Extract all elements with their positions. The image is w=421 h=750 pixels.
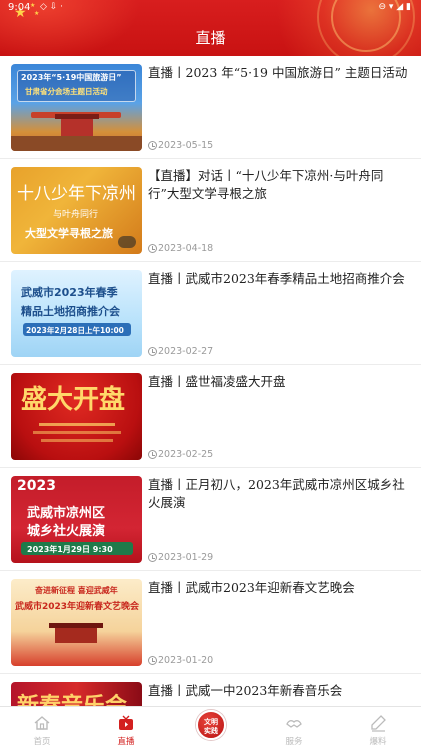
badge-text: 实践 (204, 727, 218, 735)
thumbnail-ground (11, 136, 142, 151)
thumbnail-text: 武威市2023年春季 (21, 286, 118, 299)
list-item[interactable]: 盛大开盘 直播丨盛世福凌盛大开盘 2023-02-25 (0, 365, 421, 468)
thumbnail-text: 大型文学寻根之旅 (25, 227, 113, 240)
item-title[interactable]: 直播丨正月初八，2023年武威市凉州区城乡社火展演 (148, 476, 410, 512)
tab-home[interactable]: 首页 (0, 707, 84, 750)
thumbnail-decoration (41, 439, 113, 442)
service-icon (286, 720, 302, 728)
item-thumbnail[interactable]: 新春音乐会 (11, 682, 142, 706)
civilization-badge-icon[interactable]: 文明 实践 (196, 710, 226, 740)
thumbnail-text: 精品土地招商推介会 (21, 305, 120, 318)
play-badge-icon (118, 236, 136, 248)
status-notification-icons: ◇ ⇩ · (40, 2, 64, 12)
clock-icon (148, 347, 157, 356)
city-gate-shape (61, 118, 93, 136)
item-date: 2023-04-18 (148, 243, 213, 254)
flag-star-icon: ★ (30, 2, 36, 9)
item-title[interactable]: 直播丨盛世福凌盛大开盘 (148, 373, 410, 391)
thumbnail-text: 与叶舟同行 (53, 210, 99, 220)
clock-icon (148, 141, 157, 150)
tab-label: 首页 (33, 737, 51, 747)
thumbnail-decoration (33, 431, 121, 434)
badge-text: 文明 (204, 718, 218, 726)
tab-label: 直播 (117, 737, 135, 747)
list-item[interactable]: 奋进新征程 喜迎武威年 武威市2023年迎新春文艺晚会 直播丨武威市2023年迎… (0, 571, 421, 674)
list-item[interactable]: 2023年“5·19中国旅游日” 甘肃省分会场主题日活动 直播丨2023 年“5… (0, 56, 421, 159)
city-gate-roof (55, 114, 99, 119)
date-text: 2023-05-15 (158, 140, 214, 151)
thumbnail-text: 奋进新征程 喜迎武威年 (35, 586, 118, 595)
list-item[interactable]: 2023 武威市凉州区 城乡社火展演 2023年1月29日 9:30 直播丨正月… (0, 468, 421, 571)
thumbnail-text: 武威市2023年迎新春文艺晚会 (15, 602, 140, 612)
status-system-icons: ⊖ ▾ ◢ ▮ (378, 2, 411, 12)
item-title[interactable]: 【直播】对话丨“十八少年下凉州·与叶舟同行”大型文学寻根之旅 (148, 167, 410, 203)
item-date: 2023-02-27 (148, 346, 213, 357)
date-text: 2023-01-20 (158, 655, 214, 666)
item-title[interactable]: 直播丨武威一中2023年新春音乐会 (148, 682, 410, 700)
flag-star-icon: ★ (34, 10, 40, 17)
list-item[interactable]: 武威市2023年春季 精品土地招商推介会 2023年2月28日上午10:00 直… (0, 262, 421, 365)
clock-icon (148, 450, 157, 459)
thumbnail-text: 甘肃省分会场主题日活动 (25, 87, 108, 96)
thumbnail-text: 2023年2月28日上午10:00 (26, 326, 124, 335)
date-text: 2023-04-18 (158, 243, 214, 254)
thumbnail-text: 武威市凉州区 (27, 506, 106, 521)
item-title[interactable]: 直播丨2023 年“5·19 中国旅游日” 主题日活动 (148, 64, 410, 82)
date-text: 2023-02-25 (158, 449, 214, 460)
thumbnail-text: 新春音乐会 (17, 693, 128, 706)
report-pen-icon (371, 715, 386, 732)
app-header: ★ ★ ★ 9:04 ◇ ⇩ · ⊖ ▾ ◢ ▮ 直播 (0, 0, 421, 56)
clock-icon (148, 244, 157, 253)
tab-report[interactable]: 爆料 (336, 707, 420, 750)
item-date: 2023-01-29 (148, 552, 213, 563)
page-title: 直播 (195, 29, 226, 47)
thumbnail-text: 2023年“5·19中国旅游日” (21, 73, 122, 82)
thumbnail-text: 2023 (17, 478, 56, 494)
clock-icon (148, 656, 157, 665)
thumbnail-text: 十八少年下凉州 (17, 184, 136, 204)
item-date: 2023-01-20 (148, 655, 213, 666)
thumbnail-decoration (39, 423, 115, 426)
pavilion-shape (55, 627, 97, 643)
item-date: 2023-05-15 (148, 140, 213, 151)
item-date: 2023-02-25 (148, 449, 213, 460)
thumbnail-text: 盛大开盘 (21, 385, 126, 415)
item-thumbnail[interactable]: 奋进新征程 喜迎武威年 武威市2023年迎新春文艺晚会 (11, 579, 142, 666)
item-thumbnail[interactable]: 2023 武威市凉州区 城乡社火展演 2023年1月29日 9:30 (11, 476, 142, 563)
item-thumbnail[interactable]: 盛大开盘 (11, 373, 142, 460)
item-title[interactable]: 直播丨武威市2023年迎新春文艺晚会 (148, 579, 410, 597)
clock-icon (148, 553, 157, 562)
thumbnail-text: 城乡社火展演 (27, 524, 106, 539)
item-thumbnail[interactable]: 武威市2023年春季 精品土地招商推介会 2023年2月28日上午10:00 (11, 270, 142, 357)
list-item[interactable]: 十八少年下凉州 与叶舟同行 大型文学寻根之旅 【直播】对话丨“十八少年下凉州·与… (0, 159, 421, 262)
status-time: 9:04 (8, 2, 31, 13)
pavilion-roof (49, 623, 103, 628)
item-title[interactable]: 直播丨武威市2023年春季精品土地招商推介会 (148, 270, 410, 288)
tab-live[interactable]: 直播 (84, 707, 168, 750)
home-icon (34, 716, 50, 730)
thumbnail-text: 2023年1月29日 9:30 (27, 545, 113, 554)
tab-label: 服务 (285, 737, 303, 747)
item-thumbnail[interactable]: 2023年“5·19中国旅游日” 甘肃省分会场主题日活动 (11, 64, 142, 151)
list-item[interactable]: 新春音乐会 直播丨武威一中2023年新春音乐会 (0, 674, 421, 706)
tab-service[interactable]: 服务 (252, 707, 336, 750)
live-list[interactable]: 2023年“5·19中国旅游日” 甘肃省分会场主题日活动 直播丨2023 年“5… (0, 56, 421, 706)
date-text: 2023-02-27 (158, 346, 214, 357)
live-tv-icon (119, 715, 133, 730)
tab-label: 爆料 (369, 737, 387, 747)
item-thumbnail[interactable]: 十八少年下凉州 与叶舟同行 大型文学寻根之旅 (11, 167, 142, 254)
date-text: 2023-01-29 (158, 552, 214, 563)
